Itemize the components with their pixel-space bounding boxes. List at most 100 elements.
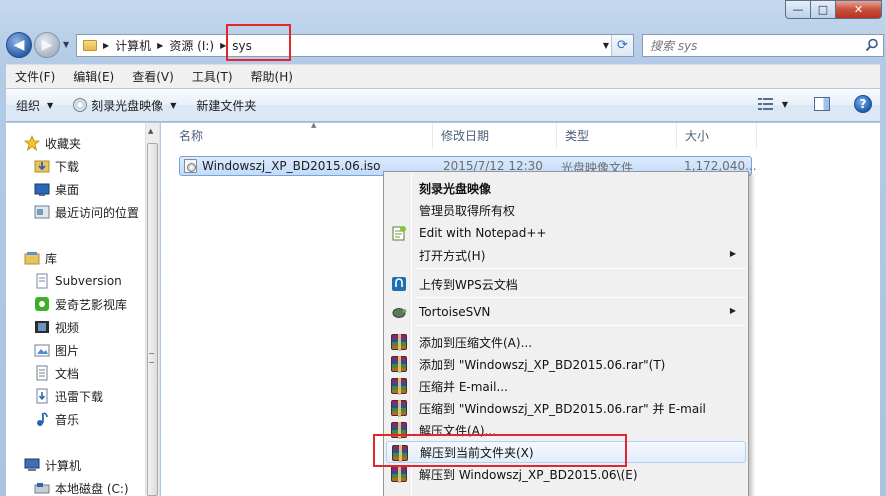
help-icon[interactable]: ? bbox=[854, 95, 872, 113]
burn-disc-image-button[interactable]: 刻录光盘映像 ▼ bbox=[63, 89, 186, 121]
menu-item-upload-wps[interactable]: 上传到WPS云文档 bbox=[386, 273, 746, 295]
scroll-up-icon[interactable]: ▲ bbox=[148, 127, 153, 135]
hard-drive-icon bbox=[34, 483, 50, 494]
menu-item-label: 解压文件(A)... bbox=[419, 423, 497, 438]
nav-item-label: 最近访问的位置 bbox=[55, 205, 140, 220]
column-header-label: 大小 bbox=[685, 129, 710, 143]
menu-item-add-to-archive[interactable]: 添加到压缩文件(A)... bbox=[386, 331, 746, 353]
menu-separator bbox=[416, 268, 746, 269]
scrollbar-thumb[interactable] bbox=[147, 143, 158, 496]
breadcrumb-computer[interactable]: 计算机 bbox=[115, 37, 151, 54]
chevron-right-icon[interactable]: ▶ bbox=[157, 41, 163, 50]
menu-item-take-ownership[interactable]: 管理员取得所有权 bbox=[386, 199, 746, 221]
menu-file[interactable]: 文件(F) bbox=[6, 66, 64, 88]
change-view-icon[interactable] bbox=[757, 97, 774, 111]
nav-item-recent-places[interactable]: 最近访问的位置 bbox=[34, 201, 139, 223]
search-box bbox=[642, 34, 884, 57]
menu-item-extract-files[interactable]: 解压文件(A)... bbox=[386, 419, 746, 441]
pictures-icon bbox=[34, 344, 50, 357]
menu-item-compress-rar-email[interactable]: 压缩到 "Windowszj_XP_BD2015.06.rar" 并 E-mai… bbox=[386, 397, 746, 419]
nav-item-label: 图片 bbox=[55, 343, 80, 358]
column-header-date[interactable]: 修改日期 bbox=[433, 123, 557, 148]
document-library-icon bbox=[36, 273, 48, 289]
nav-favorites[interactable]: 收藏夹 bbox=[24, 132, 81, 154]
library-icon bbox=[24, 252, 40, 265]
nav-item-label: 迅雷下载 bbox=[55, 389, 104, 404]
nav-item-label: 文档 bbox=[55, 366, 80, 381]
nav-item-label: 下载 bbox=[55, 159, 80, 174]
new-folder-button[interactable]: 新建文件夹 bbox=[186, 89, 266, 121]
menu-tools[interactable]: 工具(T) bbox=[183, 66, 242, 88]
iqiyi-icon bbox=[35, 297, 49, 311]
menu-item-label: 刻录光盘映像 bbox=[419, 181, 492, 196]
menu-item-add-to-rar[interactable]: 添加到 "Windowszj_XP_BD2015.06.rar"(T) bbox=[386, 353, 746, 375]
recent-pages-dropdown[interactable]: ▼ bbox=[63, 40, 69, 49]
menu-item-extract-here[interactable]: 解压到当前文件夹(X) bbox=[386, 441, 746, 463]
refresh-icon[interactable]: ⟳ bbox=[611, 35, 633, 56]
menu-help[interactable]: 帮助(H) bbox=[242, 66, 302, 88]
winrar-icon bbox=[391, 356, 407, 373]
menu-item-extract-to-folder[interactable]: 解压到 Windowszj_XP_BD2015.06\(E) bbox=[386, 463, 746, 485]
column-header-label: 类型 bbox=[565, 129, 590, 143]
nav-item-downloads[interactable]: 下载 bbox=[34, 155, 79, 177]
menu-edit[interactable]: 编辑(E) bbox=[64, 66, 123, 88]
navigation-pane: 收藏夹 下载 桌面 最近访问的位置 库 Subversion 爱奇艺影视库 视频… bbox=[6, 123, 160, 496]
context-menu: 刻录光盘映像 管理员取得所有权 Edit with Notepad++ 打开方式… bbox=[383, 171, 749, 496]
back-button[interactable]: ◀ bbox=[6, 32, 32, 58]
explorer-window: — □ ✕ ◀ ▶ ▼ ▶ 计算机 ▶ 资源 (I:) ▶ sys ▼ ⟳ 文件 bbox=[0, 0, 886, 496]
nav-computer[interactable]: 计算机 bbox=[24, 454, 81, 476]
chevron-right-icon[interactable]: ▶ bbox=[103, 41, 109, 50]
menu-item-compress-email[interactable]: 压缩并 E-mail... bbox=[386, 375, 746, 397]
nav-item-desktop[interactable]: 桌面 bbox=[34, 178, 79, 200]
notepad-plus-plus-icon bbox=[392, 226, 406, 241]
wps-cloud-icon bbox=[392, 277, 406, 291]
nav-item-documents[interactable]: 文档 bbox=[34, 362, 79, 384]
winrar-icon bbox=[391, 422, 407, 439]
nav-item-xunlei[interactable]: 迅雷下载 bbox=[34, 385, 103, 407]
maximize-button[interactable]: □ bbox=[811, 0, 836, 19]
nav-item-subversion[interactable]: Subversion bbox=[34, 270, 122, 292]
menu-item-label: 压缩并 E-mail... bbox=[419, 379, 508, 394]
nav-libraries[interactable]: 库 bbox=[24, 247, 57, 269]
nav-item-local-disk-c[interactable]: 本地磁盘 (C:) bbox=[34, 477, 129, 496]
address-history-dropdown[interactable]: ▼ bbox=[603, 41, 609, 50]
menu-item-burn-disc-image[interactable]: 刻录光盘映像 bbox=[386, 177, 746, 199]
preview-pane-icon[interactable] bbox=[814, 97, 830, 111]
menu-item-open-with[interactable]: 打开方式(H) ▶ bbox=[386, 244, 746, 266]
forward-button[interactable]: ▶ bbox=[34, 32, 60, 58]
column-header-name[interactable]: 名称 ▲ bbox=[171, 121, 433, 148]
search-icon[interactable] bbox=[865, 38, 879, 52]
close-button[interactable]: ✕ bbox=[836, 0, 882, 19]
view-controls: ▼ ? bbox=[757, 95, 872, 113]
search-input[interactable] bbox=[650, 38, 850, 53]
minimize-button[interactable]: — bbox=[785, 0, 811, 19]
sort-ascending-icon: ▲ bbox=[311, 121, 317, 129]
column-header-label: 修改日期 bbox=[441, 129, 490, 143]
menu-item-tortoisesvn[interactable]: TortoiseSVN ▶ bbox=[386, 301, 746, 323]
menu-item-label: TortoiseSVN bbox=[419, 305, 491, 319]
breadcrumb-sys[interactable]: sys bbox=[232, 39, 252, 53]
submenu-arrow-icon: ▶ bbox=[729, 306, 736, 315]
nav-item-label: Subversion bbox=[55, 274, 122, 288]
disc-image-file-icon bbox=[184, 159, 197, 173]
breadcrumb-drive[interactable]: 资源 (I:) bbox=[169, 37, 214, 54]
view-options-dropdown[interactable]: ▼ bbox=[782, 100, 788, 109]
menu-view[interactable]: 查看(V) bbox=[123, 66, 183, 88]
nav-item-pictures[interactable]: 图片 bbox=[34, 339, 79, 361]
column-header-type[interactable]: 类型 bbox=[557, 123, 677, 148]
menu-item-edit-notepad[interactable]: Edit with Notepad++ bbox=[386, 222, 746, 244]
music-icon bbox=[37, 412, 48, 426]
address-bar[interactable]: ▶ 计算机 ▶ 资源 (I:) ▶ sys ▼ ⟳ bbox=[76, 34, 634, 57]
submenu-arrow-icon: ▶ bbox=[729, 249, 736, 258]
chevron-down-icon: ▼ bbox=[170, 100, 177, 110]
navigation-bar: ◀ ▶ ▼ ▶ 计算机 ▶ 资源 (I:) ▶ sys ▼ ⟳ bbox=[6, 30, 884, 60]
nav-item-label: 视频 bbox=[55, 320, 80, 335]
chevron-right-icon[interactable]: ▶ bbox=[220, 41, 226, 50]
nav-item-iqiyi[interactable]: 爱奇艺影视库 bbox=[34, 293, 127, 315]
navigation-pane-scrollbar[interactable]: ▲ bbox=[145, 123, 159, 496]
nav-item-music[interactable]: 音乐 bbox=[34, 408, 79, 430]
column-header-size[interactable]: 大小 bbox=[677, 123, 757, 148]
nav-item-videos[interactable]: 视频 bbox=[34, 316, 79, 338]
organize-button[interactable]: 组织 ▼ bbox=[6, 89, 63, 121]
menu-item-label: 添加到 "Windowszj_XP_BD2015.06.rar"(T) bbox=[419, 357, 666, 372]
